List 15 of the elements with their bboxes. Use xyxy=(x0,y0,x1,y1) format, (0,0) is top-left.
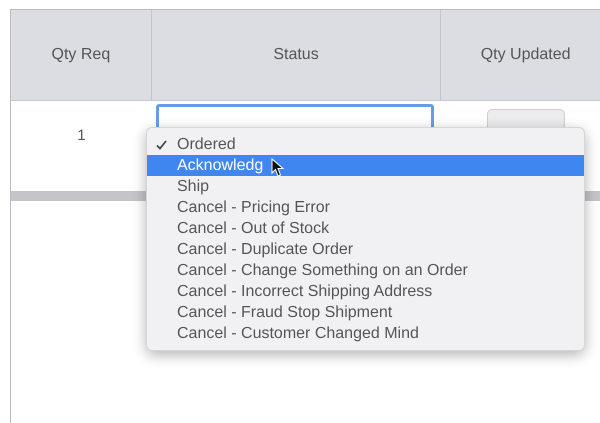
menu-item[interactable]: Ship xyxy=(147,176,584,197)
column-header: Qty Req xyxy=(52,45,110,65)
column-header: Qty Updated xyxy=(480,45,571,65)
column-header: Status xyxy=(273,45,319,65)
menu-item[interactable]: Cancel - Fraud Stop Shipment xyxy=(147,302,584,323)
menu-item[interactable]: Cancel - Customer Changed Mind xyxy=(147,323,584,344)
mouse-cursor-icon xyxy=(271,158,285,178)
menu-item[interactable]: Cancel - Duplicate Order xyxy=(147,239,584,260)
menu-item[interactable]: Cancel - Out of Stock xyxy=(147,218,584,239)
menu-item[interactable]: Ordered xyxy=(147,134,584,155)
menu-item[interactable]: Cancel - Incorrect Shipping Address xyxy=(147,281,584,302)
table-cell-text: 1 xyxy=(77,126,86,145)
menu-item[interactable]: Cancel - Change Something on an Order xyxy=(147,260,584,281)
menu-item[interactable]: Acknowledg xyxy=(147,155,584,176)
menu-item[interactable]: Cancel - Pricing Error xyxy=(147,197,584,218)
